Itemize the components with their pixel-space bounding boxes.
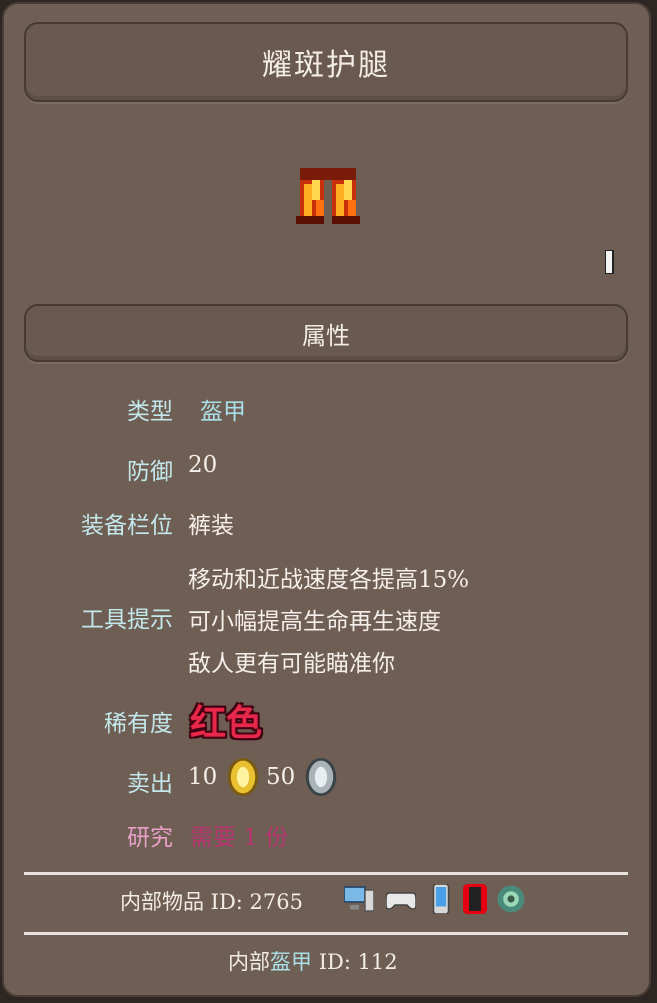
armor-id-prefix: 内部 bbox=[228, 950, 270, 974]
rarity-value: 红色 bbox=[190, 703, 263, 744]
section-title: 属性 bbox=[302, 321, 350, 350]
item-title: 耀斑护腿 bbox=[262, 48, 390, 83]
console-controller-icon bbox=[386, 892, 416, 910]
item-info-panel bbox=[2, 2, 651, 997]
armor-id-value: ID: 112 bbox=[318, 950, 398, 974]
desktop-icon bbox=[344, 886, 374, 912]
internal-armor-id: 内部盔甲 ID: 112 bbox=[228, 946, 398, 976]
tooltip-label: 工具提示 bbox=[81, 607, 173, 633]
tooltip-line: 可小幅提高生命再生速度 bbox=[188, 609, 441, 635]
sell-silver-amount: 50 bbox=[266, 764, 296, 790]
divider bbox=[24, 932, 628, 935]
mobile-icon bbox=[432, 884, 450, 914]
internal-item-id: 内部物品 ID: 2765 bbox=[120, 890, 304, 914]
defense-value: 20 bbox=[188, 452, 218, 478]
flare-leggings-icon bbox=[296, 168, 360, 224]
type-label: 类型 bbox=[127, 399, 173, 425]
rarity-label: 稀有度 bbox=[104, 711, 173, 737]
research-label: 研究 bbox=[127, 825, 173, 851]
slot-label: 装备栏位 bbox=[81, 513, 173, 539]
research-value: 需要 1 份 bbox=[190, 825, 289, 851]
tmodloader-gear-icon bbox=[497, 885, 525, 913]
sell-label: 卖出 bbox=[127, 771, 173, 797]
tooltip-line: 移动和近战速度各提高15% bbox=[188, 567, 470, 593]
properties-section-header: 属性 bbox=[24, 304, 628, 362]
defense-label: 防御 bbox=[127, 459, 173, 485]
tooltip-line: 敌人更有可能瞄准你 bbox=[188, 651, 395, 677]
armor-id-link[interactable]: 盔甲 bbox=[270, 950, 312, 974]
silver-coin-icon bbox=[305, 757, 337, 797]
cursor-mark-icon bbox=[605, 250, 614, 274]
switch-icon bbox=[463, 884, 487, 914]
type-value[interactable]: 盔甲 bbox=[200, 392, 246, 426]
divider bbox=[24, 872, 628, 875]
item-title-box: 耀斑护腿 bbox=[24, 22, 628, 102]
slot-value: 裤装 bbox=[188, 513, 234, 539]
gold-coin-icon bbox=[227, 757, 259, 797]
sell-gold-amount: 10 bbox=[188, 764, 218, 790]
